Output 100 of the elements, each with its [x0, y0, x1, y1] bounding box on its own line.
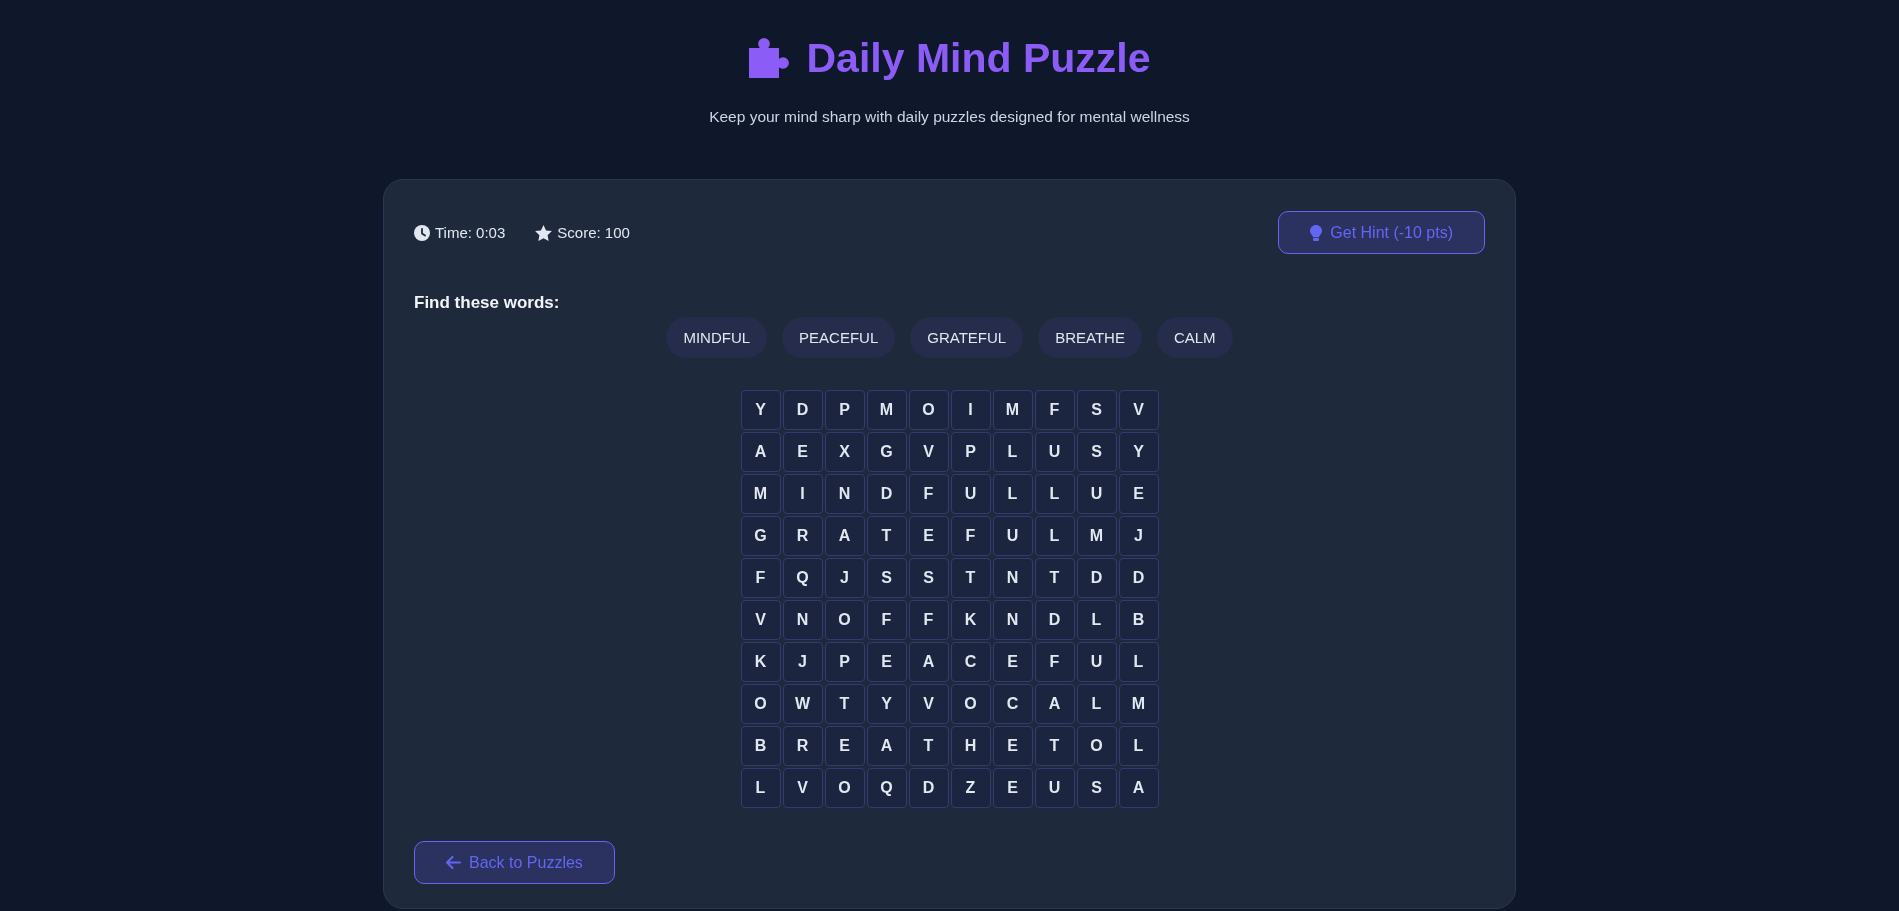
letter-cell[interactable]: C	[950, 642, 991, 682]
letter-cell[interactable]: F	[740, 558, 781, 598]
letter-cell[interactable]: K	[950, 600, 991, 640]
letter-cell[interactable]: I	[782, 474, 823, 514]
letter-cell[interactable]: E	[824, 726, 865, 766]
letter-cell[interactable]: U	[992, 516, 1033, 556]
letter-cell[interactable]: X	[824, 432, 865, 472]
letter-cell[interactable]: D	[1034, 600, 1075, 640]
letter-cell[interactable]: P	[824, 390, 865, 430]
letter-cell[interactable]: E	[1118, 474, 1159, 514]
letter-cell[interactable]: O	[908, 390, 949, 430]
letter-cell[interactable]: A	[908, 642, 949, 682]
letter-cell[interactable]: A	[866, 726, 907, 766]
letter-cell[interactable]: P	[824, 642, 865, 682]
letter-cell[interactable]: O	[824, 600, 865, 640]
letter-cell[interactable]: F	[908, 600, 949, 640]
letter-cell[interactable]: E	[992, 726, 1033, 766]
letter-cell[interactable]: D	[1118, 558, 1159, 598]
letter-cell[interactable]: Z	[950, 768, 991, 808]
letter-cell[interactable]: K	[740, 642, 781, 682]
letter-cell[interactable]: T	[1034, 726, 1075, 766]
letter-cell[interactable]: F	[908, 474, 949, 514]
letter-cell[interactable]: D	[1076, 558, 1117, 598]
letter-cell[interactable]: M	[1076, 516, 1117, 556]
letter-cell[interactable]: V	[782, 768, 823, 808]
letter-cell[interactable]: D	[908, 768, 949, 808]
letter-cell[interactable]: N	[782, 600, 823, 640]
letter-cell[interactable]: L	[740, 768, 781, 808]
letter-cell[interactable]: A	[740, 432, 781, 472]
letter-cell[interactable]: W	[782, 684, 823, 724]
letter-cell[interactable]: L	[992, 474, 1033, 514]
letter-cell[interactable]: M	[740, 474, 781, 514]
letter-cell[interactable]: J	[824, 558, 865, 598]
letter-cell[interactable]: O	[824, 768, 865, 808]
letter-cell[interactable]: F	[950, 516, 991, 556]
letter-cell[interactable]: A	[1118, 768, 1159, 808]
letter-cell[interactable]: J	[1118, 516, 1159, 556]
letter-cell[interactable]: L	[1076, 600, 1117, 640]
letter-cell[interactable]: B	[1118, 600, 1159, 640]
letter-cell[interactable]: C	[992, 684, 1033, 724]
letter-cell[interactable]: S	[1076, 432, 1117, 472]
letter-cell[interactable]: Q	[866, 768, 907, 808]
letter-cell[interactable]: D	[782, 390, 823, 430]
letter-cell[interactable]: S	[908, 558, 949, 598]
letter-cell[interactable]: Y	[740, 390, 781, 430]
letter-cell[interactable]: S	[866, 558, 907, 598]
letter-cell[interactable]: N	[992, 600, 1033, 640]
letter-cell[interactable]: E	[866, 642, 907, 682]
letter-cell[interactable]: G	[866, 432, 907, 472]
letter-cell[interactable]: T	[824, 684, 865, 724]
letter-cell[interactable]: S	[1076, 768, 1117, 808]
letter-cell[interactable]: Y	[1118, 432, 1159, 472]
letter-cell[interactable]: T	[950, 558, 991, 598]
letter-cell[interactable]: V	[908, 684, 949, 724]
letter-cell[interactable]: V	[1118, 390, 1159, 430]
letter-cell[interactable]: U	[1034, 432, 1075, 472]
letter-cell[interactable]: T	[1034, 558, 1075, 598]
letter-cell[interactable]: F	[1034, 642, 1075, 682]
letter-cell[interactable]: O	[1076, 726, 1117, 766]
letter-cell[interactable]: U	[1076, 474, 1117, 514]
letter-cell[interactable]: F	[866, 600, 907, 640]
letter-cell[interactable]: P	[950, 432, 991, 472]
letter-cell[interactable]: L	[1118, 642, 1159, 682]
letter-cell[interactable]: E	[782, 432, 823, 472]
letter-cell[interactable]: U	[1076, 642, 1117, 682]
letter-cell[interactable]: U	[950, 474, 991, 514]
letter-cell[interactable]: J	[782, 642, 823, 682]
letter-cell[interactable]: M	[1118, 684, 1159, 724]
letter-cell[interactable]: U	[1034, 768, 1075, 808]
letter-cell[interactable]: V	[740, 600, 781, 640]
letter-cell[interactable]: H	[950, 726, 991, 766]
letter-cell[interactable]: A	[1034, 684, 1075, 724]
letter-cell[interactable]: Q	[782, 558, 823, 598]
letter-cell[interactable]: A	[824, 516, 865, 556]
letter-cell[interactable]: L	[1034, 516, 1075, 556]
letter-cell[interactable]: N	[824, 474, 865, 514]
letter-cell[interactable]: L	[1118, 726, 1159, 766]
letter-cell[interactable]: D	[866, 474, 907, 514]
letter-cell[interactable]: E	[908, 516, 949, 556]
letter-cell[interactable]: E	[992, 642, 1033, 682]
letter-cell[interactable]: Y	[866, 684, 907, 724]
letter-cell[interactable]: L	[1034, 474, 1075, 514]
letter-cell[interactable]: F	[1034, 390, 1075, 430]
letter-cell[interactable]: R	[782, 726, 823, 766]
letter-cell[interactable]: L	[992, 432, 1033, 472]
letter-cell[interactable]: M	[992, 390, 1033, 430]
letter-cell[interactable]: T	[908, 726, 949, 766]
letter-cell[interactable]: B	[740, 726, 781, 766]
letter-cell[interactable]: L	[1076, 684, 1117, 724]
letter-cell[interactable]: R	[782, 516, 823, 556]
letter-cell[interactable]: M	[866, 390, 907, 430]
letter-cell[interactable]: O	[950, 684, 991, 724]
letter-cell[interactable]: T	[866, 516, 907, 556]
letter-cell[interactable]: E	[992, 768, 1033, 808]
letter-cell[interactable]: I	[950, 390, 991, 430]
letter-cell[interactable]: V	[908, 432, 949, 472]
letter-cell[interactable]: G	[740, 516, 781, 556]
letter-cell[interactable]: O	[740, 684, 781, 724]
letter-cell[interactable]: N	[992, 558, 1033, 598]
letter-cell[interactable]: S	[1076, 390, 1117, 430]
